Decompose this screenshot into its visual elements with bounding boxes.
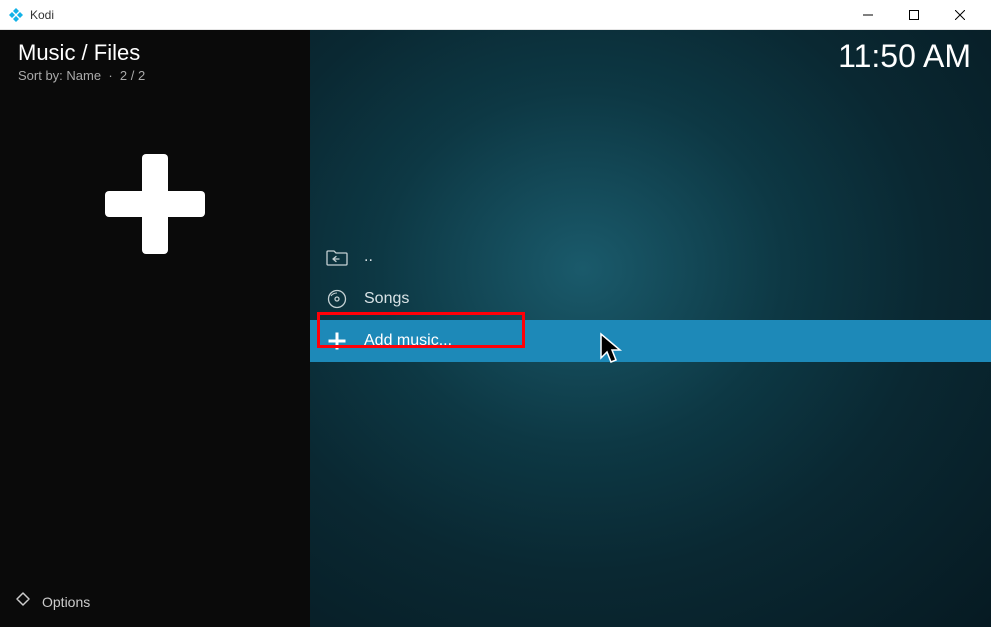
close-button[interactable] xyxy=(937,0,983,30)
sort-info: Sort by: Name · 2 / 2 xyxy=(18,68,292,83)
list-item-songs[interactable]: Songs xyxy=(310,278,991,320)
list-item-label: Songs xyxy=(364,290,409,308)
window-controls xyxy=(845,0,983,30)
maximize-button[interactable] xyxy=(891,0,937,30)
window-titlebar: Kodi xyxy=(0,0,991,30)
list-item-label: .. xyxy=(364,248,373,266)
pagination: 2 / 2 xyxy=(120,68,145,83)
sidebar-footer[interactable]: Options xyxy=(0,580,310,627)
add-source-large-icon xyxy=(0,149,310,259)
main-panel: 11:50 AM .. xyxy=(310,30,991,627)
sort-label: Sort by: Name xyxy=(18,68,101,83)
options-icon xyxy=(14,590,32,613)
list-item-parent[interactable]: .. xyxy=(310,236,991,278)
window-title: Kodi xyxy=(30,8,845,22)
breadcrumb: Music / Files xyxy=(18,40,292,66)
sidebar-header: Music / Files Sort by: Name · 2 / 2 xyxy=(0,30,310,89)
sort-separator: · xyxy=(105,68,117,83)
kodi-app-icon xyxy=(8,7,24,23)
disc-icon xyxy=(326,288,348,310)
options-label: Options xyxy=(42,594,90,610)
file-list: .. Songs Add music... xyxy=(310,236,991,362)
app-body: Music / Files Sort by: Name · 2 / 2 Opti… xyxy=(0,30,991,627)
minimize-button[interactable] xyxy=(845,0,891,30)
back-folder-icon xyxy=(326,246,348,268)
plus-icon xyxy=(326,330,348,352)
clock: 11:50 AM xyxy=(838,38,971,75)
list-item-add-music[interactable]: Add music... xyxy=(310,320,991,362)
sidebar: Music / Files Sort by: Name · 2 / 2 Opti… xyxy=(0,30,310,627)
list-item-label: Add music... xyxy=(364,332,452,350)
